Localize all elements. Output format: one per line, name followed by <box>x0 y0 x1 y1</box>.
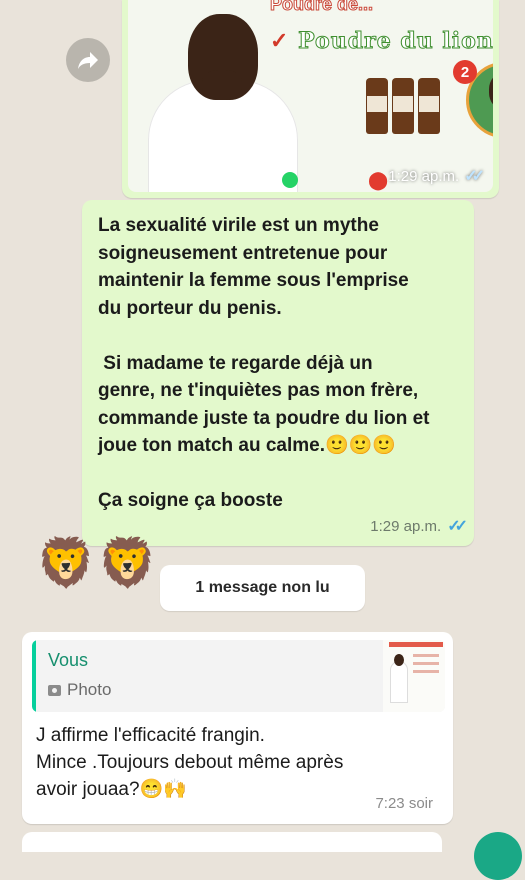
quoted-message[interactable]: Vous Photo <box>32 640 445 712</box>
unread-messages-divider: 1 message non lu <box>160 565 365 611</box>
camera-icon <box>48 684 61 696</box>
ad-product-text: Poudre du lion <box>298 28 493 55</box>
forward-button[interactable] <box>66 38 110 82</box>
incoming-message-bubble[interactable]: Vous Photo J affirme l'efficacité frangi… <box>22 632 453 824</box>
incoming-message-time: 7:23 soir <box>375 795 433 812</box>
next-message-bubble[interactable] <box>22 832 442 852</box>
outgoing-message-bubble[interactable]: La sexualité virile est un mythe soigneu… <box>82 200 474 546</box>
thumbnail-text-line <box>413 662 439 665</box>
quote-media-type: Photo <box>48 680 111 700</box>
product-bottle <box>392 78 414 134</box>
ad-heading-partial: Poudre de... <box>269 0 374 15</box>
product-bottle <box>366 78 388 134</box>
quote-sender: Vous <box>48 650 89 670</box>
thumbnail-banner <box>389 642 443 647</box>
ad-image[interactable]: Poudre de... ✓ Poudre du lion 2 ⬤ 1:29 a… <box>128 0 493 192</box>
seller-face <box>489 73 493 109</box>
forward-arrow-icon <box>78 52 98 69</box>
man-hand-illustration <box>202 70 242 100</box>
emoji-message[interactable]: 🦁🦁 <box>36 538 160 590</box>
quote-thumbnail <box>383 640 445 712</box>
scroll-down-button[interactable] <box>474 832 522 880</box>
check-icon: ✓ <box>270 28 290 54</box>
image-message-meta: 1:29 ap.m. ✓✓ <box>388 166 485 186</box>
outgoing-message-text: La sexualité virile est un mythe soigneu… <box>98 215 430 511</box>
location-pin-icon: ⬤ <box>368 170 389 190</box>
thumbnail-man <box>391 662 407 702</box>
outgoing-message-meta: 1:29 ap.m. ✓✓ <box>370 516 468 536</box>
quote-accent-bar <box>32 640 36 712</box>
thumbnail-text-line <box>413 670 439 673</box>
image-message-time: 1:29 ap.m. <box>388 167 460 185</box>
ad-number-badge: 2 <box>453 60 477 84</box>
thumbnail-man-head <box>394 654 404 666</box>
read-ticks-icon: ✓✓ <box>447 518 468 535</box>
whatsapp-logo-icon <box>282 172 298 188</box>
quote-media-label: Photo <box>67 680 112 699</box>
outgoing-message-time: 1:29 ap.m. <box>370 517 442 535</box>
image-message-bubble[interactable]: Poudre de... ✓ Poudre du lion 2 ⬤ 1:29 a… <box>122 0 499 198</box>
read-ticks-icon: ✓✓ <box>464 168 485 185</box>
product-bottle <box>418 78 440 134</box>
ad-product-line: ✓ Poudre du lion <box>270 28 493 55</box>
incoming-message-text: J affirme l'efficacité frangin. Mince .T… <box>36 725 344 800</box>
thumbnail-text-line <box>413 654 439 657</box>
